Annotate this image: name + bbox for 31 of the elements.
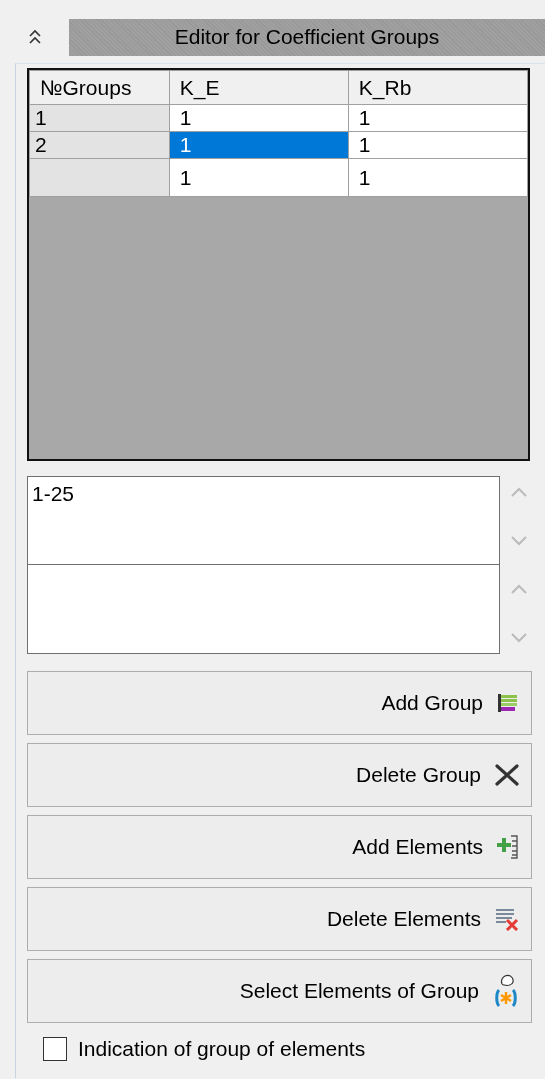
column-header[interactable]: №Groups bbox=[29, 70, 170, 105]
list-icon bbox=[497, 693, 519, 713]
scroll-down-icon[interactable] bbox=[510, 534, 528, 547]
table-cell[interactable]: 1 bbox=[169, 131, 349, 159]
list-value: 1-25 bbox=[32, 482, 75, 505]
panel-title: Editor for Coefficient Groups bbox=[69, 18, 545, 56]
table-cell[interactable]: 1 bbox=[348, 158, 528, 197]
scroll-up-icon[interactable] bbox=[510, 583, 528, 596]
add-list-icon bbox=[497, 834, 519, 860]
close-icon bbox=[495, 764, 519, 786]
action-button[interactable]: Add Group bbox=[27, 671, 532, 735]
column-header[interactable]: K_Rb bbox=[348, 70, 528, 105]
checkbox[interactable] bbox=[43, 1037, 67, 1061]
action-button[interactable]: Delete Group bbox=[27, 743, 532, 807]
element-list-field[interactable]: 1-25 bbox=[27, 476, 500, 654]
row-header[interactable]: 1 bbox=[29, 104, 170, 132]
table-cell[interactable]: 1 bbox=[169, 158, 349, 197]
table-cell[interactable]: 1 bbox=[348, 131, 528, 159]
select-icon bbox=[493, 974, 519, 1008]
checkbox-label[interactable]: Indication of group of elements bbox=[78, 1037, 366, 1061]
action-button[interactable]: Add Elements bbox=[27, 815, 532, 879]
action-button[interactable]: Select Elements of Group bbox=[27, 959, 532, 1023]
scroll-down-icon[interactable] bbox=[510, 631, 528, 644]
row-header[interactable] bbox=[29, 158, 170, 197]
action-button[interactable]: Delete Elements bbox=[27, 887, 532, 951]
row-header[interactable]: 2 bbox=[29, 131, 170, 159]
delete-list-icon bbox=[495, 907, 519, 931]
column-header[interactable]: K_E bbox=[169, 70, 349, 105]
table-cell[interactable]: 1 bbox=[348, 104, 528, 132]
table-cell[interactable]: 1 bbox=[169, 104, 349, 132]
scroll-up-icon[interactable] bbox=[510, 486, 528, 498]
